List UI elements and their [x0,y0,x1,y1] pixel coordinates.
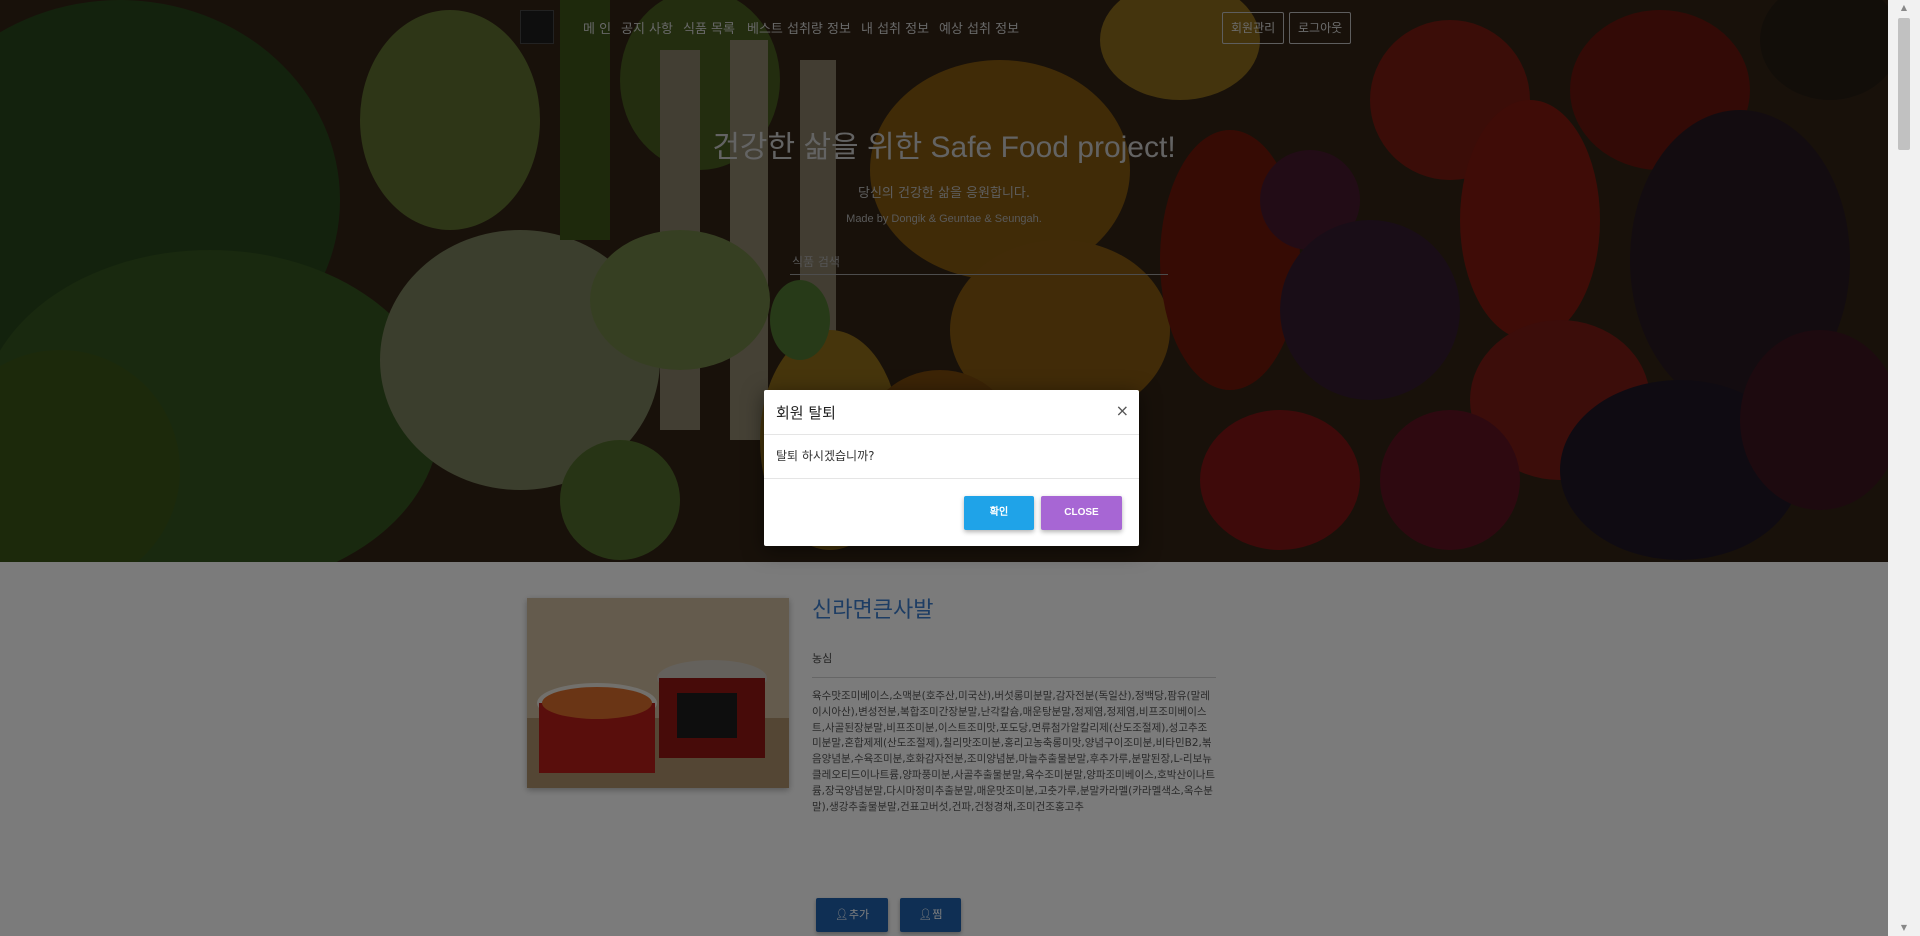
confirm-button[interactable]: 확인 [964,496,1034,530]
close-button[interactable]: CLOSE [1041,496,1122,530]
modal-header: 회원 탈퇴 × [764,390,1139,435]
modal-body: 탈퇴 하시겠습니까? [764,435,1139,479]
withdraw-modal: 회원 탈퇴 × 탈퇴 하시겠습니까? 확인 CLOSE [764,390,1139,546]
scroll-up-arrow-icon[interactable]: ▲ [1888,0,1920,16]
modal-title: 회원 탈퇴 [776,404,836,422]
modal-message: 탈퇴 하시겠습니까? [776,449,875,463]
close-icon[interactable]: × [1116,401,1129,420]
page-scrollbar[interactable]: ▲ ▼ [1888,0,1920,936]
scrollbar-thumb[interactable] [1898,18,1910,150]
scroll-down-arrow-icon[interactable]: ▼ [1888,920,1920,936]
